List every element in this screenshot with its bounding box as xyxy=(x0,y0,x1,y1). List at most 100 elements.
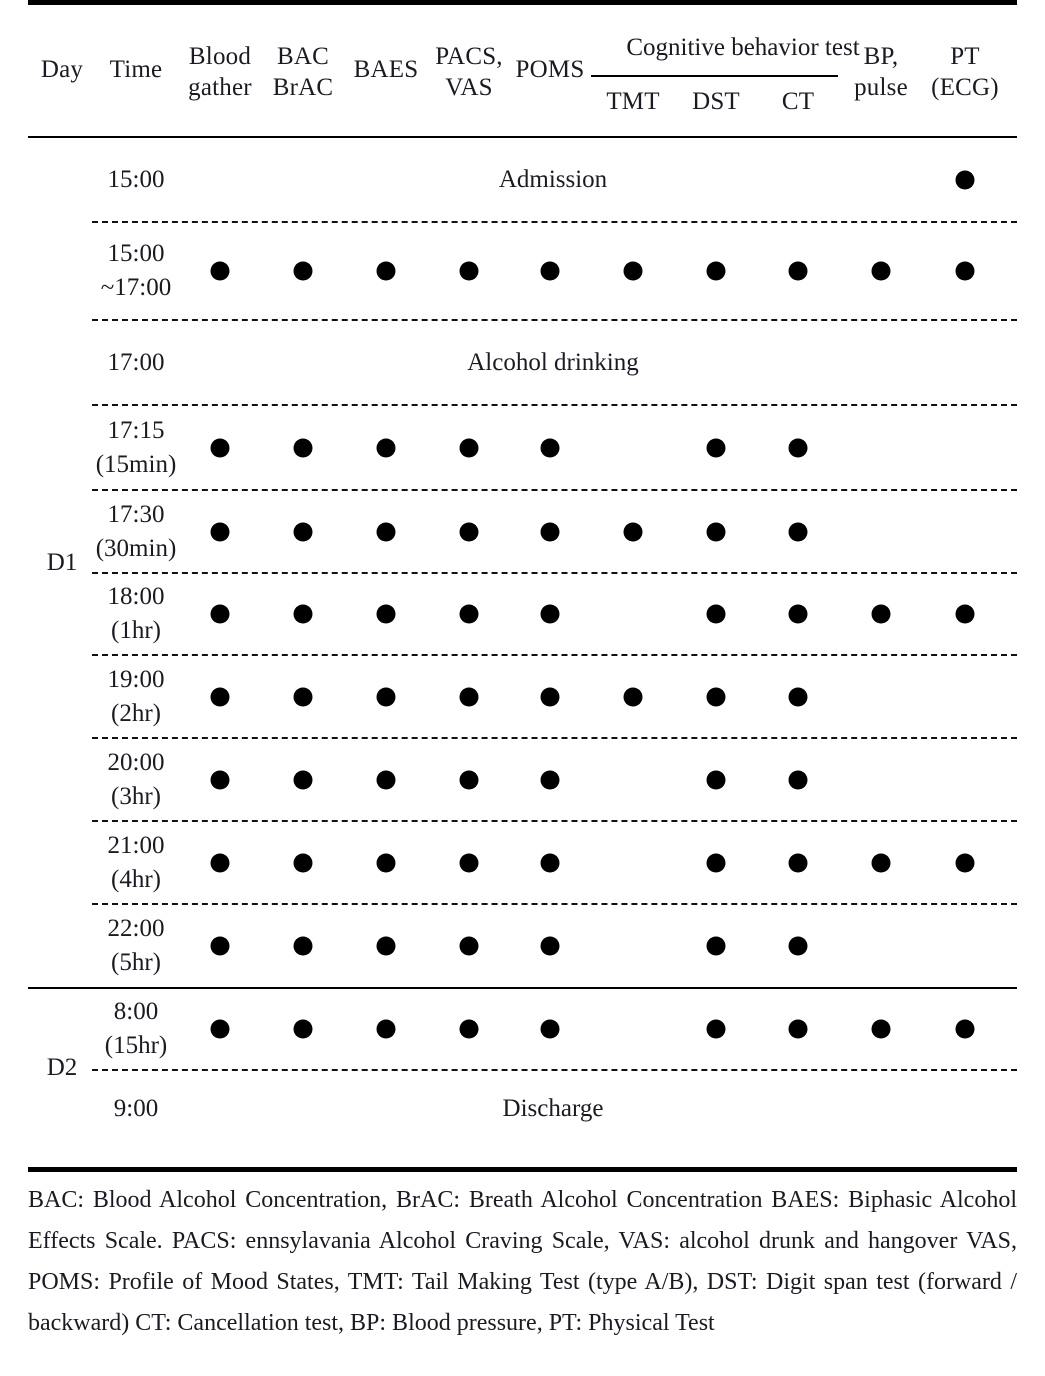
assessment-dot-poms xyxy=(540,261,560,281)
assessment-dot-blood xyxy=(210,522,230,542)
row-time-line: 17:00 xyxy=(107,349,165,376)
column-header-ct: CT xyxy=(781,88,815,115)
table-footnote-text: BAC: Blood Alcohol Concentration, BrAC: … xyxy=(28,1187,1017,1336)
assessment-dot-poms xyxy=(540,936,560,956)
assessment-dot-bac xyxy=(293,936,313,956)
row-time-label: 17:15 (15min) xyxy=(96,414,177,482)
assessment-dot-pt xyxy=(955,1019,975,1039)
assessment-dot-dst xyxy=(706,438,726,458)
assessment-dot-ct xyxy=(788,770,808,790)
assessment-dot-ct xyxy=(788,687,808,707)
column-header-pacs-vas-line2: VAS xyxy=(445,74,493,101)
column-header-bp-pulse: BP, pulse xyxy=(854,41,908,103)
row-event-label: Admission xyxy=(498,166,608,193)
assessment-dot-blood xyxy=(210,604,230,624)
column-header-bac-brac-line2: BrAC xyxy=(272,74,334,101)
column-header-blood-gather-line1: Blood xyxy=(188,43,252,70)
assessment-dot-ct xyxy=(788,1019,808,1039)
table-row: 22:00 (5hr) xyxy=(28,904,1017,988)
assessment-dot-poms xyxy=(540,770,560,790)
day-label-d1: D1 xyxy=(46,549,78,576)
table-row: 8:00 (15hr) xyxy=(28,988,1017,1070)
assessment-dot-baes xyxy=(376,261,396,281)
assessment-dot-bac xyxy=(293,261,313,281)
assessment-dot-pt xyxy=(955,261,975,281)
assessment-dot-dst xyxy=(706,1019,726,1039)
column-header-pacs-vas-line1: PACS, xyxy=(435,43,503,70)
row-time-label: 17:00 xyxy=(108,346,165,380)
assessment-dot-dst xyxy=(706,936,726,956)
row-time-label: 17:30 (30min) xyxy=(96,498,177,566)
assessment-dot-dst xyxy=(706,604,726,624)
table-row: 20:00 (3hr) xyxy=(28,738,1017,821)
row-time-label: 15:00 ~17:00 xyxy=(101,237,171,305)
assessment-dot-pt xyxy=(955,604,975,624)
column-header-dst: DST xyxy=(692,88,740,115)
row-time-label: 22:00 (5hr) xyxy=(108,912,165,980)
assessment-dot-tmt xyxy=(623,687,643,707)
assessment-dot-blood xyxy=(210,853,230,873)
assessment-dot-baes xyxy=(376,522,396,542)
row-time-line: 15:00 xyxy=(107,166,165,193)
assessment-dot-bac xyxy=(293,853,313,873)
assessment-dot-bp xyxy=(871,853,891,873)
day-label-d2: D2 xyxy=(46,1054,78,1081)
assessment-dot-bac xyxy=(293,770,313,790)
assessment-dot-ct xyxy=(788,522,808,542)
assessment-dot-pacs xyxy=(459,853,479,873)
assessment-dot-pacs xyxy=(459,936,479,956)
assessment-dot-pt xyxy=(955,853,975,873)
row-time-label: 9:00 xyxy=(114,1092,158,1126)
column-header-pt-ecg: PT (ECG) xyxy=(931,41,999,103)
row-time-line: 22:00 xyxy=(107,915,165,942)
assessment-dot-pacs xyxy=(459,522,479,542)
row-time-label: 18:00 (1hr) xyxy=(108,580,165,648)
assessment-dot-ct xyxy=(788,438,808,458)
assessment-dot-poms xyxy=(540,853,560,873)
assessment-dot-tmt xyxy=(623,261,643,281)
assessment-dot-blood xyxy=(210,936,230,956)
assessment-dot-poms xyxy=(540,522,560,542)
table-row: 17:15 (15min) xyxy=(28,405,1017,490)
assessment-dot-pt xyxy=(955,170,975,190)
column-group-header-cognitive-behavior-test: Cognitive behavior test xyxy=(626,34,860,61)
assessment-dot-bp xyxy=(871,1019,891,1039)
assessment-dot-bac xyxy=(293,604,313,624)
column-header-pt-ecg-line2: (ECG) xyxy=(931,74,999,101)
assessment-dot-ct xyxy=(788,853,808,873)
row-time-line: 17:15 xyxy=(107,417,165,444)
assessment-dot-dst xyxy=(706,261,726,281)
column-header-blood-gather: Blood gather xyxy=(188,41,252,103)
assessment-dot-pacs xyxy=(459,261,479,281)
assessment-dot-dst xyxy=(706,522,726,542)
study-schedule-table: Day Time Blood gather BAC BrAC BAES PACS… xyxy=(28,0,1017,1376)
assessment-dot-baes xyxy=(376,1019,396,1039)
assessment-dot-baes xyxy=(376,770,396,790)
assessment-dot-poms xyxy=(540,1019,560,1039)
column-header-pacs-vas: PACS, VAS xyxy=(435,41,503,103)
row-time-line: (15hr) xyxy=(104,1032,168,1059)
row-time-line: 17:30 xyxy=(107,501,165,528)
row-time-line: (15min) xyxy=(95,451,177,478)
row-time-label: 21:00 (4hr) xyxy=(108,829,165,897)
row-time-line: (4hr) xyxy=(111,866,161,893)
row-time-label: 15:00 xyxy=(108,163,165,197)
assessment-dot-bac xyxy=(293,522,313,542)
table-row: 21:00 (4hr) xyxy=(28,821,1017,904)
table-row: 18:00 (1hr) xyxy=(28,573,1017,655)
assessment-dot-pacs xyxy=(459,687,479,707)
assessment-dot-pacs xyxy=(459,438,479,458)
column-header-bp-pulse-line1: BP, xyxy=(863,43,899,70)
row-time-line: 20:00 xyxy=(107,749,165,776)
assessment-dot-blood xyxy=(210,1019,230,1039)
row-time-line: (3hr) xyxy=(111,783,161,810)
assessment-dot-tmt xyxy=(623,522,643,542)
row-time-line: 8:00 xyxy=(113,998,159,1025)
assessment-dot-baes xyxy=(376,853,396,873)
table-header: Day Time Blood gather BAC BrAC BAES PACS… xyxy=(28,5,1017,138)
row-time-label: 19:00 (2hr) xyxy=(108,663,165,731)
row-time-label: 8:00 (15hr) xyxy=(105,995,167,1063)
assessment-dot-dst xyxy=(706,770,726,790)
row-time-line: ~17:00 xyxy=(100,274,172,301)
table-row: 17:30 (30min) xyxy=(28,490,1017,573)
